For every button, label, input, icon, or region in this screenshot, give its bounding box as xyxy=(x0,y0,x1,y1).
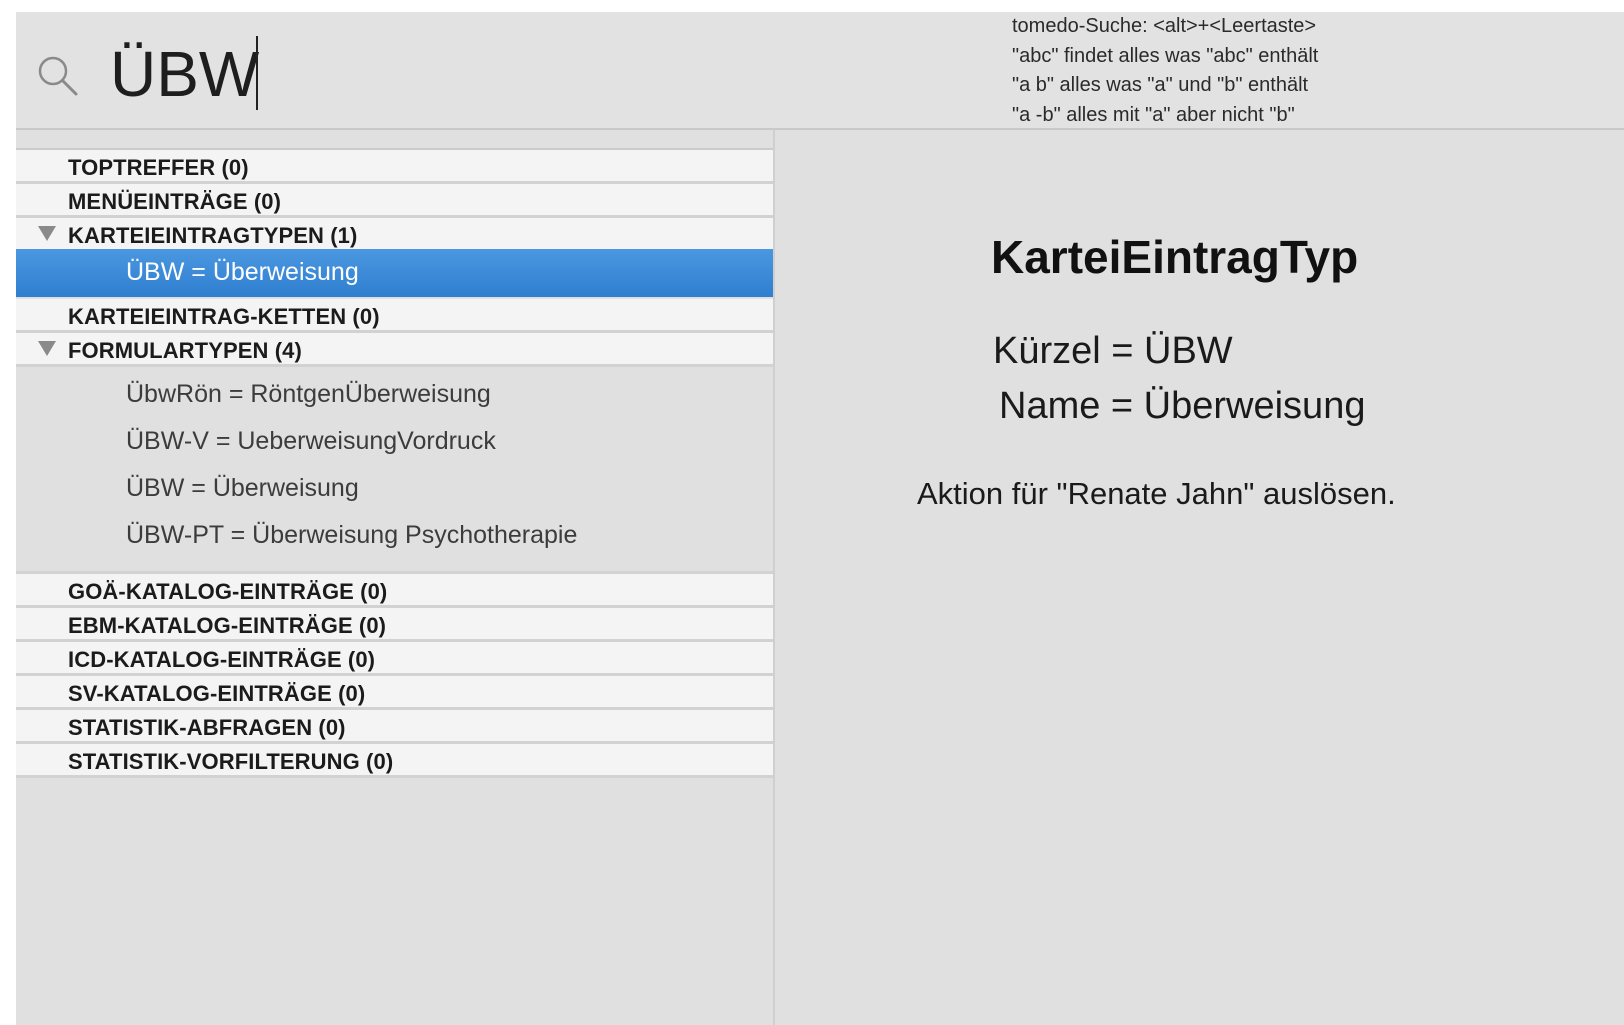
category-ebm[interactable]: EBM-KATALOG-EINTRÄGE (0) xyxy=(16,608,773,642)
category-karteieintrag-ketten[interactable]: KARTEIEINTRAG-KETTEN (0) xyxy=(16,299,773,333)
result-item[interactable]: ÜBW-PT = Überweisung Psychotherapie xyxy=(16,514,773,561)
text-caret xyxy=(256,36,258,110)
category-goae[interactable]: GOÄ-KATALOG-EINTRÄGE (0) xyxy=(16,574,773,608)
category-label: EBM-KATALOG-EINTRÄGE (0) xyxy=(68,613,387,638)
category-formulartypen[interactable]: FORMULARTYPEN (4) xyxy=(16,333,773,367)
search-bar: ÜBW tomedo-Suche: <alt>+<Leertaste> "abc… xyxy=(16,12,1624,130)
category-toptreffer[interactable]: TOPTREFFER (0) xyxy=(16,150,773,184)
hint-line: "a -b" alles mit "a" aber nicht "b" xyxy=(1012,103,1295,126)
result-item-label: ÜBW-PT = Überweisung Psychotherapie xyxy=(126,521,578,549)
result-item[interactable]: ÜbwRön = RöntgenÜberweisung xyxy=(16,373,773,420)
result-item-label: ÜBW = Überweisung xyxy=(126,258,359,286)
category-menueeintraege[interactable]: MENÜEINTRÄGE (0) xyxy=(16,184,773,218)
category-label: GOÄ-KATALOG-EINTRÄGE (0) xyxy=(68,579,388,604)
category-statistik-abfragen[interactable]: STATISTIK-ABFRAGEN (0) xyxy=(16,710,773,744)
results-list[interactable]: TOPTREFFER (0) MENÜEINTRÄGE (0) KARTEIEI… xyxy=(16,130,775,1025)
result-item-label: ÜBW-V = UeberweisungVordruck xyxy=(126,427,496,455)
category-karteieintragtypen[interactable]: KARTEIEINTRAGTYPEN (1) xyxy=(16,218,773,249)
search-icon xyxy=(36,54,80,98)
category-label: MENÜEINTRÄGE (0) xyxy=(68,189,282,214)
result-item[interactable]: ÜBW-V = UeberweisungVordruck xyxy=(16,420,773,467)
category-label: ICD-KATALOG-EINTRÄGE (0) xyxy=(68,647,376,672)
detail-title: KarteiEintragTyp xyxy=(991,231,1359,283)
category-label: TOPTREFFER (0) xyxy=(68,155,249,180)
result-item-label: ÜBW = Überweisung xyxy=(126,474,359,502)
hint-line: "abc" findet alles was "abc" enthält xyxy=(1012,44,1319,67)
selected-result-item[interactable]: ÜBW = Überweisung xyxy=(16,249,773,297)
detail-kuerzel: Kürzel = ÜBW xyxy=(993,330,1233,372)
category-label: FORMULARTYPEN (4) xyxy=(68,338,302,363)
category-label: SV-KATALOG-EINTRÄGE (0) xyxy=(68,681,366,706)
search-hints: tomedo-Suche: <alt>+<Leertaste> "abc" fi… xyxy=(1012,12,1432,130)
hint-line: "a b" alles was "a" und "b" enthält xyxy=(1012,74,1309,96)
search-input[interactable]: ÜBW xyxy=(110,34,259,114)
search-window: ÜBW tomedo-Suche: <alt>+<Leertaste> "abc… xyxy=(16,12,1624,1025)
category-label: KARTEIEINTRAGTYPEN (1) xyxy=(68,223,358,248)
formulartypen-items: ÜbwRön = RöntgenÜberweisung ÜBW-V = Uebe… xyxy=(16,367,773,574)
category-statistik-vorfilterung[interactable]: STATISTIK-VORFILTERUNG (0) xyxy=(16,744,773,778)
category-sv[interactable]: SV-KATALOG-EINTRÄGE (0) xyxy=(16,676,773,710)
category-label: STATISTIK-ABFRAGEN (0) xyxy=(68,715,346,740)
detail-panel: KarteiEintragTyp Kürzel = ÜBW Name = Übe… xyxy=(775,130,1624,1025)
result-item[interactable]: ÜBW = Überweisung xyxy=(16,467,773,514)
detail-name: Name = Überweisung xyxy=(999,385,1366,427)
disclosure-triangle-icon[interactable] xyxy=(38,226,56,241)
list-divider xyxy=(16,130,773,150)
category-label: KARTEIEINTRAG-KETTEN (0) xyxy=(68,304,380,329)
hint-line: tomedo-Suche: <alt>+<Leertaste> xyxy=(1012,15,1317,37)
disclosure-triangle-icon[interactable] xyxy=(38,341,56,356)
result-item-label: ÜbwRön = RöntgenÜberweisung xyxy=(126,380,491,408)
action-link[interactable]: Aktion für "Renate Jahn" auslösen. xyxy=(917,476,1396,512)
category-label: STATISTIK-VORFILTERUNG (0) xyxy=(68,749,394,774)
category-icd[interactable]: ICD-KATALOG-EINTRÄGE (0) xyxy=(16,642,773,676)
